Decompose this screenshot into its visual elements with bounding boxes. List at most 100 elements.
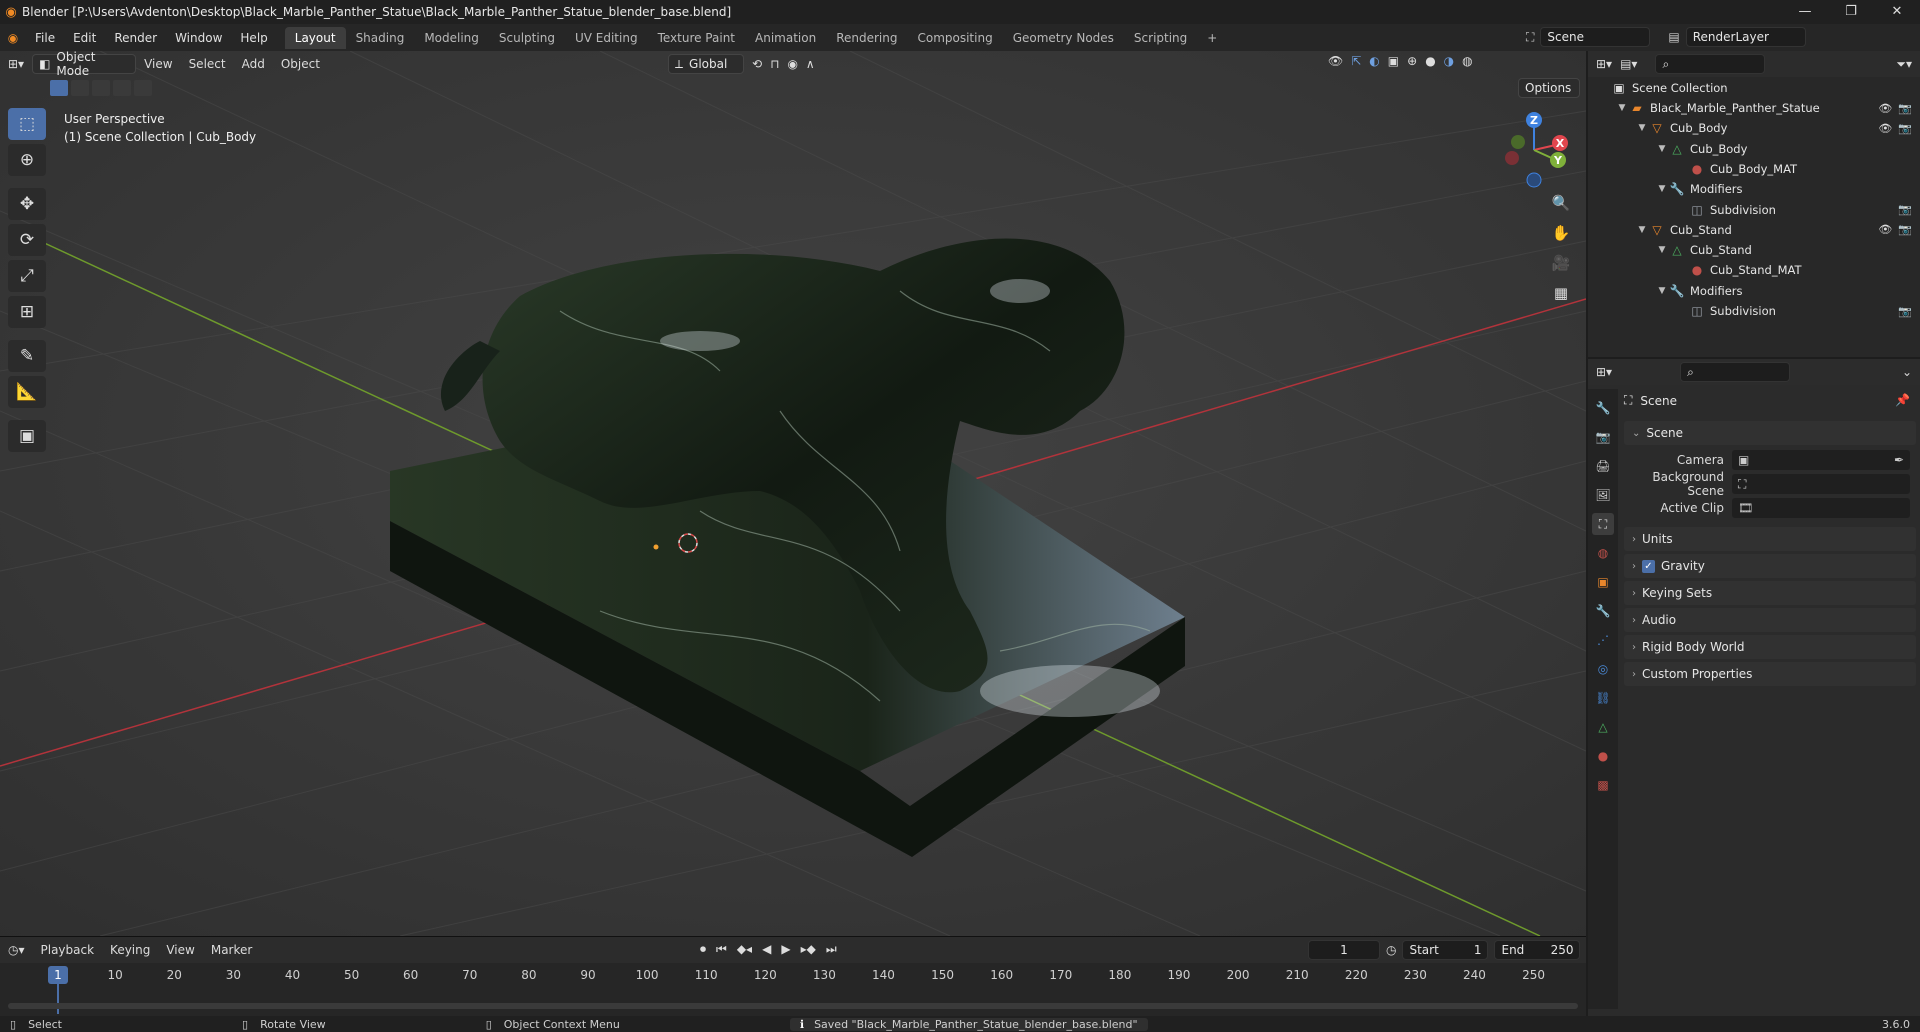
eye-icon[interactable]: 👁 [1878,102,1892,115]
outliner-row[interactable]: ◫ Subdivision 📷 [1588,200,1920,220]
outliner-row[interactable]: ▼ ▽ Cub_Body 👁 📷 [1588,118,1920,138]
maximize-button[interactable]: ❐ [1828,0,1874,24]
outliner-scene-collection[interactable]: ▣ Scene Collection [1588,78,1920,98]
transform-icon[interactable]: ⊞ [8,296,46,328]
ortho-grid-icon[interactable]: ▦ [1548,284,1574,306]
select-new-icon[interactable] [50,80,68,96]
solid-shading-icon[interactable]: ● [1425,54,1435,68]
disclosure-icon[interactable]: ▼ [1656,286,1668,296]
scene-tab-icon[interactable]: ⛶ [1592,513,1614,535]
outliner-row[interactable]: ● Cub_Body_MAT [1588,159,1920,179]
3d-viewport[interactable] [0,51,1586,936]
gizmo-toggle-icon[interactable]: ⇱ [1351,54,1361,68]
select-subtract-icon[interactable] [92,80,110,96]
outliner-row[interactable]: ▼ 🔧 Modifiers [1588,281,1920,301]
menu-object[interactable]: Object [273,57,328,71]
render-camera-icon[interactable]: 📷 [1898,122,1912,135]
pivot-icon[interactable]: ⟲ [752,57,762,71]
outliner-search-input[interactable]: ⌕ [1655,54,1766,74]
renderlayer-selector[interactable]: RenderLayer [1685,27,1806,47]
physics-tab-icon[interactable]: ◎ [1592,658,1614,680]
falloff-icon[interactable]: ∧ [806,57,815,71]
tab-rendering[interactable]: Rendering [826,27,907,49]
next-key-icon[interactable]: ▸◆ [801,942,816,957]
pan-hand-icon[interactable]: ✋ [1548,224,1574,246]
menu-marker[interactable]: Marker [203,943,260,957]
proportional-edit-icon[interactable]: ◉ [787,57,797,71]
panel-header[interactable]: › Custom Properties [1624,662,1916,686]
clock-icon[interactable]: ◷ [1386,943,1396,957]
menu-keying[interactable]: Keying [102,943,158,957]
particles-tab-icon[interactable]: ⋰ [1592,629,1614,651]
editor-type-icon[interactable]: ⊞▾ [0,57,32,71]
gravity-checkbox[interactable]: ✓ [1642,559,1655,573]
navigation-gizmo[interactable]: Z X Y [1500,108,1570,188]
props-collapse-icon[interactable]: ⌄ [1902,365,1912,379]
eyedropper-icon[interactable]: ✒ [1894,453,1904,467]
jump-end-icon[interactable]: ⏭ [826,942,837,957]
play-icon[interactable]: ▶ [781,942,790,957]
rotate-icon[interactable]: ⟳ [8,224,46,256]
render-tab-icon[interactable]: 📷 [1592,426,1614,448]
material-shading-icon[interactable]: ◑ [1444,54,1454,68]
object-tab-icon[interactable]: ▣ [1592,571,1614,593]
add-workspace-button[interactable]: + [1197,27,1227,49]
menu-select[interactable]: Select [181,57,234,71]
panel-scene-header[interactable]: ⌄ Scene [1624,421,1916,445]
menu-add[interactable]: Add [234,57,273,71]
panel-header[interactable]: › ✓ Gravity [1624,554,1916,578]
tab-scripting[interactable]: Scripting [1124,27,1197,49]
current-frame-field[interactable]: 1 [1308,940,1380,960]
data-tab-icon[interactable]: △ [1592,716,1614,738]
outliner-editor-icon[interactable]: ⊞▾ [1596,57,1612,71]
outliner[interactable]: ⊞▾ ▤▾ ⌕ ⏷▾ ▣ Scene Collection ▼ ▰ Black_Ma… [1588,51,1920,357]
scale-icon[interactable]: ⤢ [8,260,46,292]
pin-icon[interactable]: 📌 [1895,393,1910,407]
rendered-shading-icon[interactable]: ◍ [1462,54,1472,68]
camera-view-icon[interactable]: 🎥 [1548,254,1574,276]
menu-playback[interactable]: Playback [33,943,103,957]
output-tab-icon[interactable]: 🖨 [1592,455,1614,477]
close-button[interactable]: ✕ [1874,0,1920,24]
timeline-editor[interactable]: ◷▾ Playback Keying View Marker ⏺ ⏮ ◆◂ ◀ … [0,936,1586,1016]
measure-icon[interactable]: 📐 [8,376,46,408]
tab-layout[interactable]: Layout [284,26,346,49]
move-icon[interactable]: ✥ [8,188,46,220]
end-frame-field[interactable]: End 250 [1494,940,1581,960]
start-frame-field[interactable]: Start 1 [1402,940,1489,960]
eye-icon[interactable]: 👁 [1878,122,1892,135]
tab-modeling[interactable]: Modeling [414,27,489,49]
tab-uv-editing[interactable]: UV Editing [565,27,648,49]
jump-start-icon[interactable]: ⏮ [716,942,727,957]
mode-selector[interactable]: ◧ Object Mode [32,50,137,78]
background-scene-field[interactable]: ⛶ [1732,474,1910,494]
frame-ruler[interactable]: 1 10 20 30 40 50 60 70 80 90 100 110 120 130 140 150 160… [0,965,1586,1014]
outliner-row[interactable]: ▼ ▽ Cub_Stand 👁 📷 [1588,220,1920,240]
prev-key-icon[interactable]: ◆◂ [737,942,752,957]
menu-file[interactable]: File [26,31,64,45]
record-icon[interactable]: ⏺ [700,942,706,957]
outliner-row[interactable]: ▼ △ Cub_Body [1588,139,1920,159]
zoom-icon[interactable]: 🔍 [1548,194,1574,216]
xray-icon[interactable]: ▣ [1388,54,1399,68]
tab-sculpting[interactable]: Sculpting [489,27,565,49]
outliner-row[interactable]: ◫ Subdivision 📷 [1588,301,1920,321]
filter-icon[interactable]: ⏷▾ [1896,57,1912,72]
panel-header[interactable]: › Rigid Body World [1624,635,1916,659]
properties-editor[interactable]: ⊞▾ ⌕ ⌄ 🔧 📷 🖨 🖼 ⛶ ◍ ▣ 🔧 ⋰ ◎ ⛓ △ ● ▩ ⛶ Sce… [1588,359,1920,1016]
modifier-tab-icon[interactable]: 🔧 [1592,600,1614,622]
tab-compositing[interactable]: Compositing [907,27,1002,49]
orientation-selector[interactable]: ⟂ Global [668,54,744,74]
render-camera-icon[interactable]: 📷 [1898,102,1912,115]
menu-window[interactable]: Window [166,31,231,45]
world-tab-icon[interactable]: ◍ [1592,542,1614,564]
tool-tab-icon[interactable]: 🔧 [1592,397,1614,419]
select-intersect-icon[interactable] [134,80,152,96]
select-box-icon[interactable]: ⬚ [8,108,46,140]
visibility-icon[interactable]: 👁 [1328,54,1343,68]
overlay-toggle-icon[interactable]: ◐ [1369,54,1379,68]
render-camera-icon[interactable]: 📷 [1898,203,1912,216]
tab-animation[interactable]: Animation [745,27,826,49]
panel-header[interactable]: › Audio [1624,608,1916,632]
snap-icon[interactable]: ⊓ [770,57,779,71]
